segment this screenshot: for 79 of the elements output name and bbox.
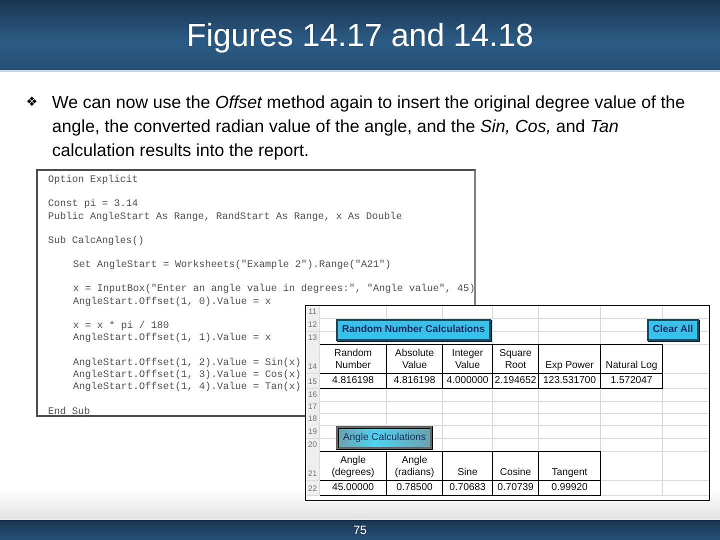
sheet-cell xyxy=(493,318,539,332)
column-header: Square Root xyxy=(493,344,539,374)
code-line: Public AngleStart As Range, RandStart As Range, x As Double xyxy=(48,212,402,224)
row-number: 18 xyxy=(306,413,320,426)
macro-button[interactable]: Clear All xyxy=(646,319,699,341)
sheet-cell xyxy=(539,413,601,426)
code-line: x = InputBox("Enter an angle value in degrees:", "Angle value", 45) xyxy=(73,284,476,296)
sheet-cell xyxy=(539,306,601,319)
sheet-cell xyxy=(387,389,443,402)
sheet-cell xyxy=(601,401,663,414)
table-cell: 4.816198 xyxy=(320,374,387,389)
slide-title: Figures 14.17 and 14.18 xyxy=(186,19,534,51)
sheet-cell xyxy=(601,413,663,426)
sheet-cell xyxy=(601,481,663,496)
row-number: 14 xyxy=(306,344,320,374)
column-header: Tangent xyxy=(539,451,601,481)
sheet-cell xyxy=(601,439,663,452)
table-cell: 2.194652 xyxy=(493,374,539,389)
table-cell: 0.70739 xyxy=(493,481,539,496)
table-cell: 0.78500 xyxy=(387,481,443,496)
row-number: 11 xyxy=(306,306,320,319)
code-line: Set AngleStart = Worksheets("Example 2").Range("A21") xyxy=(73,260,392,272)
code-line: AngleStart.Offset(1, 2).Value = Sin(x) xyxy=(73,358,302,370)
sheet-cell xyxy=(320,401,387,414)
sheet-cell xyxy=(493,413,539,426)
column-header: Cosine xyxy=(493,451,539,481)
code-line: x = x * pi / 180 xyxy=(73,321,170,332)
sheet-cell xyxy=(443,425,493,439)
table-cell: 1.572047 xyxy=(601,374,663,389)
code-line: AngleStart.Offset(1, 3).Value = Cos(x) xyxy=(73,370,302,382)
column-header: Random Number xyxy=(320,344,387,374)
sheet-cell xyxy=(539,401,601,414)
row-number: 15 xyxy=(306,374,320,389)
row-number: 19 xyxy=(306,425,320,439)
sheet-cell xyxy=(601,451,663,481)
sheet-cell xyxy=(601,425,663,439)
sheet-cell xyxy=(443,389,493,402)
table-cell: 0.70683 xyxy=(443,481,493,496)
bullet-text: We can now use the Offset method again to insert the original degree value of the angle, the converted radian value of the angle, and the Sin, Cos, and Tan calculation results into the report. xyxy=(52,91,686,162)
code-line: Sub CalcAngles() xyxy=(48,236,144,248)
macro-button[interactable]: Random Number Calculations xyxy=(336,319,491,341)
code-line: Const pi = 3.14 xyxy=(48,199,138,212)
table-cell: 4.816198 xyxy=(387,374,443,389)
row-number: 13 xyxy=(306,332,320,345)
code-line: End Sub xyxy=(48,406,90,419)
sheet-cell xyxy=(493,389,539,402)
code-line: AngleStart.Offset(1, 4).Value = Tan(x) xyxy=(73,382,302,395)
row-number: 17 xyxy=(306,401,320,414)
sheet-cell xyxy=(443,413,493,426)
sheet-cell xyxy=(539,389,601,402)
sheet-cell xyxy=(320,389,387,402)
column-header: Natural Log xyxy=(601,344,663,374)
sheet-cell xyxy=(601,389,663,402)
row-number: 22 xyxy=(306,481,320,496)
column-header: Sine xyxy=(443,451,493,481)
code-line: AngleStart.Offset(1, 1).Value = x xyxy=(73,333,272,346)
table-cell: 4.000000 xyxy=(443,374,493,389)
sheet-cell xyxy=(443,401,493,414)
sheet-cell xyxy=(539,425,601,439)
table-cell: 123.531700 xyxy=(539,374,601,389)
sheet-cell xyxy=(493,425,539,439)
row-number: 12 xyxy=(306,318,320,332)
column-header: Integer Value xyxy=(443,344,493,374)
bullet-symbol: ❖ xyxy=(26,93,38,111)
column-header: Absolute Value xyxy=(387,344,443,374)
row-number: 21 xyxy=(306,451,320,481)
sheet-cell xyxy=(493,401,539,414)
table-cell: 0.99920 xyxy=(539,481,601,496)
row-number: 20 xyxy=(306,439,320,452)
table-cell: 45.00000 xyxy=(320,481,387,496)
column-header: Angle (radians) xyxy=(387,451,443,481)
sheet-cell xyxy=(387,401,443,414)
page-number: 75 xyxy=(353,522,367,539)
macro-button[interactable]: Angle Calculations xyxy=(336,426,433,450)
code-line: Option Explicit xyxy=(48,175,138,188)
column-header: Angle (degrees) xyxy=(320,451,387,481)
column-header: Exp Power xyxy=(539,344,601,374)
code-line: AngleStart.Offset(1, 0).Value = x xyxy=(73,296,272,310)
row-number: 16 xyxy=(306,389,320,402)
